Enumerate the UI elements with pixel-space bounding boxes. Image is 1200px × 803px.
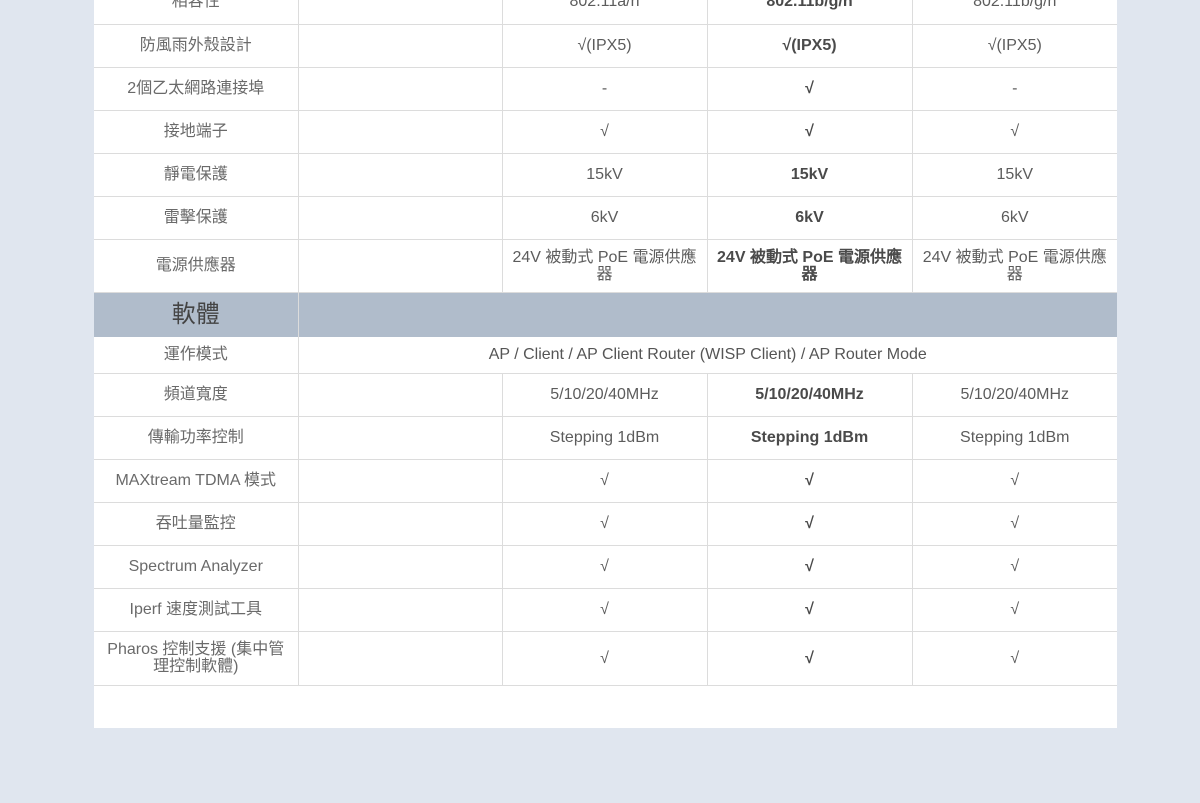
spec-value-model-3: √ bbox=[912, 631, 1117, 686]
spec-label: 2個乙太網路連接埠 bbox=[94, 67, 299, 111]
empty-cell bbox=[298, 459, 503, 503]
spec-table-panel: 相容性 802.11a/n 802.11b/g/n 802.11b/g/n 防風雨外殼設… bbox=[94, 0, 1117, 728]
spec-value-model-1: √ bbox=[502, 502, 708, 546]
table-row: Spectrum Analyzer √ √ √ bbox=[94, 545, 1117, 589]
spec-value-model-3: √(IPX5) bbox=[912, 24, 1117, 68]
spec-value-model-3: √ bbox=[912, 502, 1117, 546]
table-row: 2個乙太網路連接埠 - √ - bbox=[94, 67, 1117, 111]
spec-label: 頻道寬度 bbox=[94, 373, 299, 417]
empty-cell bbox=[298, 24, 503, 68]
empty-cell bbox=[298, 416, 503, 460]
spec-value-model-2: √ bbox=[707, 545, 913, 589]
spec-value-model-1: √ bbox=[502, 110, 708, 154]
spec-value-model-3: 24V 被動式 PoE 電源供應器 bbox=[912, 239, 1117, 293]
table-row: Pharos 控制支援 (集中管理控制軟體) √ √ √ bbox=[94, 631, 1117, 686]
spec-value-model-2: √(IPX5) bbox=[707, 24, 913, 68]
spec-value-model-2: √ bbox=[707, 110, 913, 154]
spec-value-model-3: √ bbox=[912, 545, 1117, 589]
spec-value-model-1: √ bbox=[502, 459, 708, 503]
empty-cell bbox=[298, 502, 503, 546]
spec-label: 電源供應器 bbox=[94, 239, 299, 293]
spec-value-model-1: 802.11a/n bbox=[502, 0, 708, 25]
spec-value-model-1: 5/10/20/40MHz bbox=[502, 373, 708, 417]
section-title: 軟體 bbox=[94, 292, 299, 337]
spec-value-model-3: 15kV bbox=[912, 153, 1117, 197]
spec-table: 相容性 802.11a/n 802.11b/g/n 802.11b/g/n 防風雨外殼設… bbox=[94, 0, 1117, 686]
table-row: Iperf 速度測試工具 √ √ √ bbox=[94, 588, 1117, 632]
spec-value-model-3: √ bbox=[912, 110, 1117, 154]
spec-value-model-2: √ bbox=[707, 67, 913, 111]
spec-label: 防風雨外殼設計 bbox=[94, 24, 299, 68]
spec-value-model-2: 24V 被動式 PoE 電源供應器 bbox=[707, 239, 913, 293]
spec-value-model-2: √ bbox=[707, 631, 913, 686]
spec-label: MAXtream TDMA 模式 bbox=[94, 459, 299, 503]
spec-label: Pharos 控制支援 (集中管理控制軟體) bbox=[94, 631, 299, 686]
spec-value-model-3: Stepping 1dBm bbox=[912, 416, 1117, 460]
table-row: 接地端子 √ √ √ bbox=[94, 110, 1117, 154]
spec-label: 傳輸功率控制 bbox=[94, 416, 299, 460]
spec-value-model-2: 6kV bbox=[707, 196, 913, 240]
spec-value-model-3: 802.11b/g/n bbox=[912, 0, 1117, 25]
software-section: 軟體 運作模式 AP / Client / AP Client Router (… bbox=[94, 292, 1117, 374]
empty-cell bbox=[298, 239, 503, 293]
section-header-fill bbox=[298, 292, 1117, 337]
spec-value-model-2: 802.11b/g/n bbox=[707, 0, 913, 25]
spec-value-model-3: √ bbox=[912, 588, 1117, 632]
empty-cell bbox=[298, 631, 503, 686]
table-row: 靜電保護 15kV 15kV 15kV bbox=[94, 153, 1117, 197]
empty-cell bbox=[298, 373, 503, 417]
spec-label: Iperf 速度測試工具 bbox=[94, 588, 299, 632]
table-row: 傳輸功率控制 Stepping 1dBm Stepping 1dBm Stepping… bbox=[94, 416, 1117, 460]
empty-cell bbox=[298, 196, 503, 240]
spec-value-model-2: √ bbox=[707, 588, 913, 632]
table-row: 頻道寬度 5/10/20/40MHz 5/10/20/40MHz 5/10/20/40… bbox=[94, 373, 1117, 417]
table-row: MAXtream TDMA 模式 √ √ √ bbox=[94, 459, 1117, 503]
spec-value-model-2: 15kV bbox=[707, 153, 913, 197]
empty-cell bbox=[298, 545, 503, 589]
spec-value-model-3: 5/10/20/40MHz bbox=[912, 373, 1117, 417]
spec-value-model-1: 6kV bbox=[502, 196, 708, 240]
spec-value-model-2: 5/10/20/40MHz bbox=[707, 373, 913, 417]
empty-cell bbox=[298, 153, 503, 197]
section-header-row: 軟體 bbox=[94, 292, 1117, 337]
table-row: 雷擊保護 6kV 6kV 6kV bbox=[94, 196, 1117, 240]
spec-label: 相容性 bbox=[94, 0, 299, 25]
spec-value-model-3: √ bbox=[912, 459, 1117, 503]
spec-value-model-2: √ bbox=[707, 459, 913, 503]
spec-value-model-1: √ bbox=[502, 545, 708, 589]
spec-value-model-1: √ bbox=[502, 588, 708, 632]
table-row: 防風雨外殼設計 √(IPX5) √(IPX5) √(IPX5) bbox=[94, 24, 1117, 68]
table-row: 電源供應器 24V 被動式 PoE 電源供應器 24V 被動式 PoE 電源供應器 2… bbox=[94, 239, 1117, 293]
spec-value-model-1: 24V 被動式 PoE 電源供應器 bbox=[502, 239, 708, 293]
operation-mode-value: AP / Client / AP Client Router (WISP Cli… bbox=[298, 337, 1117, 374]
table-row: 相容性 802.11a/n 802.11b/g/n 802.11b/g/n bbox=[94, 0, 1117, 25]
spec-label: 雷擊保護 bbox=[94, 196, 299, 240]
spec-label: 吞吐量監控 bbox=[94, 502, 299, 546]
spec-value-model-3: 6kV bbox=[912, 196, 1117, 240]
spec-label: Spectrum Analyzer bbox=[94, 545, 299, 589]
spec-value-model-1: Stepping 1dBm bbox=[502, 416, 708, 460]
spec-value-model-1: - bbox=[502, 67, 708, 111]
spec-value-model-3: - bbox=[912, 67, 1117, 111]
empty-cell bbox=[298, 588, 503, 632]
empty-cell bbox=[298, 0, 503, 25]
software-spec-rows: 頻道寬度 5/10/20/40MHz 5/10/20/40MHz 5/10/20/40… bbox=[94, 373, 1117, 686]
spec-label: 運作模式 bbox=[94, 337, 299, 374]
spec-label: 接地端子 bbox=[94, 110, 299, 154]
table-row: 吞吐量監控 √ √ √ bbox=[94, 502, 1117, 546]
empty-cell bbox=[298, 110, 503, 154]
spec-value-model-1: √ bbox=[502, 631, 708, 686]
spec-value-model-2: √ bbox=[707, 502, 913, 546]
operation-mode-row: 運作模式 AP / Client / AP Client Router (WIS… bbox=[94, 337, 1117, 374]
spec-label: 靜電保護 bbox=[94, 153, 299, 197]
hardware-spec-rows: 相容性 802.11a/n 802.11b/g/n 802.11b/g/n 防風雨外殼設… bbox=[94, 0, 1117, 293]
spec-value-model-1: 15kV bbox=[502, 153, 708, 197]
spec-value-model-1: √(IPX5) bbox=[502, 24, 708, 68]
empty-cell bbox=[298, 67, 503, 111]
spec-value-model-2: Stepping 1dBm bbox=[707, 416, 913, 460]
